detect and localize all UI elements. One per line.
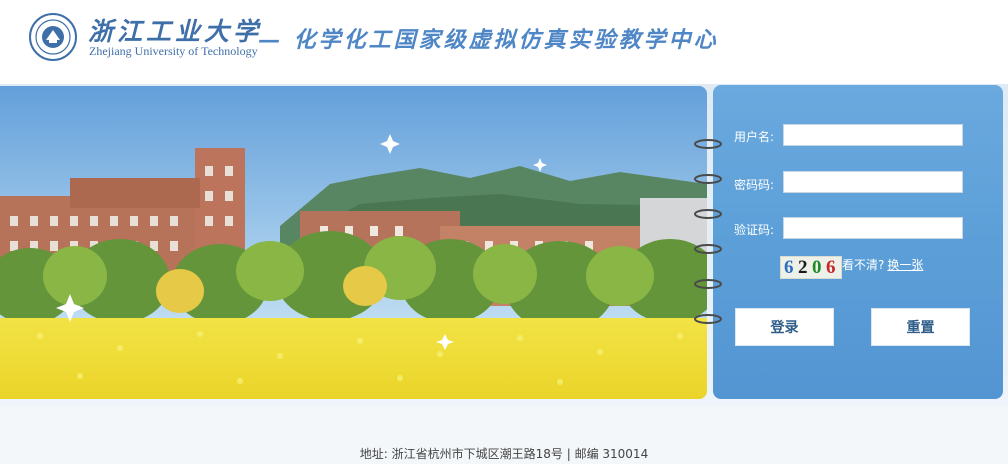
- binder-ring-icon: [694, 244, 722, 254]
- university-name-en: Zhejiang University of Technology: [89, 44, 258, 58]
- university-seal-icon: [29, 13, 77, 61]
- binder-ring-icon: [694, 174, 722, 184]
- site-header: 浙江工业大学 Zhejiang University of Technology…: [0, 0, 1008, 84]
- captcha-hint: 看不清? 换一张: [842, 256, 923, 273]
- reset-button[interactable]: 重置: [871, 308, 970, 346]
- footer-address: 地址: 浙江省杭州市下城区潮王路18号 | 邮编 310014: [359, 447, 649, 461]
- binder-ring-icon: [694, 139, 722, 149]
- captcha-refresh-link[interactable]: 换一张: [887, 258, 923, 272]
- captcha-char: 6: [784, 257, 794, 278]
- captcha-label: 验证码:: [734, 223, 775, 237]
- center-title: — 化学化工国家级虚拟仿真实验教学中心: [258, 27, 719, 53]
- password-input[interactable]: [783, 171, 963, 193]
- binder-ring-icon: [694, 279, 722, 289]
- captcha-image[interactable]: 6 2 0 6: [780, 256, 842, 279]
- username-input[interactable]: [783, 124, 963, 146]
- captcha-hint-text: 看不清?: [842, 258, 885, 272]
- binder-ring-icon: [694, 209, 722, 219]
- campus-photo: [0, 86, 707, 399]
- binder-ring-icon: [694, 314, 722, 324]
- username-label: 用户名:: [734, 130, 775, 144]
- university-name-cn: 浙江工业大学: [88, 17, 263, 46]
- captcha-char: 6: [826, 257, 836, 278]
- captcha-char: 0: [812, 257, 822, 278]
- login-button[interactable]: 登录: [735, 308, 834, 346]
- captcha-char: 2: [798, 257, 808, 278]
- captcha-input[interactable]: [783, 217, 963, 239]
- password-label: 密码码:: [734, 178, 775, 192]
